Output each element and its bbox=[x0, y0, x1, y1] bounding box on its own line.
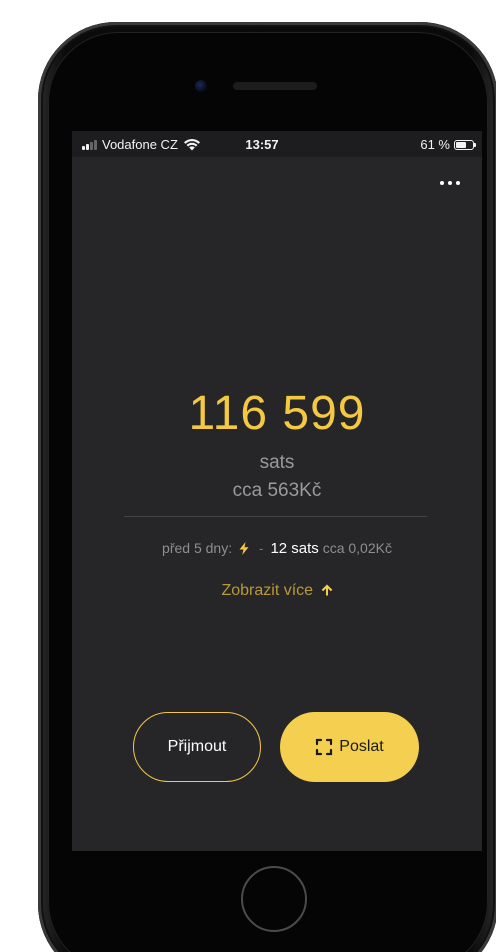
balance-fiat: cca 563Kč bbox=[232, 480, 322, 501]
scan-icon bbox=[316, 738, 333, 756]
lightning-bolt-icon bbox=[239, 542, 249, 555]
earpiece-speaker bbox=[233, 82, 317, 90]
balance-amount: 116 599 bbox=[188, 387, 366, 440]
front-camera bbox=[195, 80, 207, 92]
divider bbox=[124, 516, 427, 517]
arrow-up-icon bbox=[321, 584, 332, 596]
send-button[interactable]: Poslat bbox=[280, 712, 419, 782]
app-screen: Vodafone CZ 13:57 61 % 116 599 sats cca … bbox=[72, 131, 482, 851]
send-button-label: Poslat bbox=[339, 738, 384, 755]
status-bar: Vodafone CZ 13:57 61 % bbox=[72, 131, 482, 157]
transaction-fiat: cca 0,02Kč bbox=[322, 540, 392, 556]
transaction-amount: 12 sats bbox=[270, 540, 319, 557]
show-more-label: Zobrazit více bbox=[221, 582, 314, 599]
transaction-sign: - bbox=[258, 540, 264, 556]
last-transaction-time: před 5 dny: bbox=[162, 540, 233, 556]
show-more-link[interactable]: Zobrazit více bbox=[72, 582, 482, 600]
receive-button-label: Přijmout bbox=[167, 738, 227, 755]
more-menu-button[interactable] bbox=[436, 177, 464, 189]
status-right: 61 % bbox=[420, 137, 476, 152]
more-horizontal-icon bbox=[440, 181, 444, 185]
battery-percentage: 61 % bbox=[420, 137, 450, 152]
battery-level bbox=[456, 141, 466, 148]
battery-icon bbox=[454, 139, 476, 150]
receive-button[interactable]: Přijmout bbox=[133, 712, 261, 782]
device-frame: Vodafone CZ 13:57 61 % 116 599 sats cca … bbox=[0, 0, 496, 952]
home-button[interactable] bbox=[241, 866, 307, 932]
balance-unit: sats bbox=[259, 452, 295, 473]
last-transaction[interactable]: před 5 dny: - 12 sats cca 0,02Kč bbox=[72, 540, 482, 557]
